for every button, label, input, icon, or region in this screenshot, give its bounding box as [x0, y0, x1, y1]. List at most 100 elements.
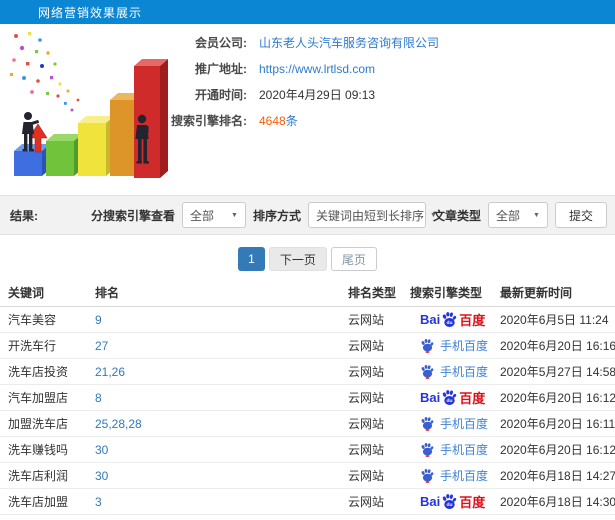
rank-cell[interactable]: 27 [95, 339, 348, 353]
baidu-pc-logo: Bai du 百度 [420, 388, 485, 407]
keyword-cell: 洗车店投资 [8, 365, 69, 379]
header-rank-type: 排名类型 [348, 286, 397, 300]
baidu-logo-bai-text: Bai [420, 312, 441, 327]
sort-select[interactable]: 关键词由短到长排序 ▼ [307, 202, 437, 228]
header-engine-type: 搜索引擎类型 [410, 286, 483, 300]
baidu-mobile-badge: 手机百度 [420, 337, 488, 354]
engine-cell: 手机百度 [410, 337, 500, 354]
mobile-baidu-label: 手机百度 [440, 339, 489, 353]
baidu-logo-bai-text: Bai [420, 494, 441, 509]
mobile-baidu-paw-icon [421, 468, 434, 483]
baidu-logo-cn-text: 百度 [459, 391, 486, 406]
chevron-down-icon: ▼ [231, 211, 238, 219]
updated-cell: 2020年6月18日 14:30 [500, 495, 615, 509]
company-link[interactable]: 山东老人头汽车服务咨询有限公司 [259, 30, 439, 56]
baidu-pc-logo: Bai du 百度 [420, 310, 485, 329]
mobile-baidu-label: 手机百度 [440, 443, 489, 457]
engine-cell: Bai du 百度 [410, 310, 500, 329]
company-label: 会员公司: [195, 36, 247, 50]
baidu-mobile-badge: 手机百度 [420, 467, 488, 484]
rank-type-cell: 云网站 [348, 365, 385, 379]
article-type-selected: 全部 [495, 208, 520, 223]
mobile-baidu-label: 手机百度 [440, 365, 489, 379]
baidu-paw-icon: du [443, 312, 457, 328]
keyword-cell: 开洗车行 [8, 339, 57, 353]
next-page-button[interactable]: 下一页 [268, 247, 327, 271]
table-row: 洗车赚钱吗 30 云网站 手机百度 2020年6月20日 16:12 [0, 437, 615, 463]
engine-filter-label: 分搜索引擎查看 [90, 208, 175, 223]
rank-type-cell: 云网站 [348, 495, 385, 509]
engine-rank-label: 搜索引擎排名: [171, 114, 247, 128]
keyword-cell: 加盟洗车店 [8, 417, 69, 431]
member-info-section: 会员公司: 山东老人头汽车服务咨询有限公司 推广地址: https://www.… [0, 24, 615, 195]
rank-unit: 条 [285, 114, 298, 128]
updated-cell: 2020年6月18日 14:27 [500, 469, 615, 483]
rank-cell[interactable]: 30 [95, 469, 348, 483]
result-label: 结果: [10, 208, 38, 223]
table-body: 汽车美容 9 云网站 Bai du 百度 2020年6月5日 11:24 开洗车… [0, 307, 615, 515]
baidu-logo-cn-text: 百度 [459, 495, 486, 510]
table-row: 开洗车行 27 云网站 手机百度 2020年6月20日 16:16 [0, 333, 615, 359]
engine-cell: 手机百度 [410, 441, 500, 458]
open-time-value: 2020年4月29日 09:13 [259, 88, 376, 102]
page-1-button[interactable]: 1 [238, 247, 265, 271]
engine-cell: 手机百度 [410, 363, 500, 380]
engine-filter-select[interactable]: 全部 ▼ [181, 202, 246, 228]
member-info-panel: 会员公司: 山东老人头汽车服务咨询有限公司 推广地址: https://www.… [155, 30, 439, 134]
baidu-logo-cn-text: 百度 [459, 313, 486, 328]
keyword-cell: 汽车加盟店 [8, 391, 69, 405]
bar-yellow [78, 116, 114, 176]
submit-button[interactable]: 提交 [554, 202, 607, 228]
article-type-label: 文章类型 [432, 208, 481, 223]
promo-url-link[interactable]: https://www.lrtlsd.com [259, 56, 375, 82]
engine-rank-row: 搜索引擎排名: 4648条 [155, 108, 439, 134]
updated-cell: 2020年5月27日 14:58 [500, 365, 615, 379]
growth-chart-illustration [10, 32, 168, 178]
title-bar: 网络营销效果展示 [0, 0, 615, 24]
filter-controls: 分搜索引擎查看 全部 ▼ 排序方式 关键词由短到长排序 ▼ 文章类型 全部 ▼ … [91, 202, 607, 228]
rank-type-cell: 云网站 [348, 391, 385, 405]
rank-cell[interactable]: 30 [95, 443, 348, 457]
article-type-select[interactable]: 全部 ▼ [487, 202, 548, 228]
rank-count: 4648 [259, 114, 286, 128]
promo-url-row: 推广地址: https://www.lrtlsd.com [155, 56, 439, 82]
rank-cell[interactable]: 3 [95, 495, 348, 509]
header-rank: 排名 [95, 286, 120, 300]
engine-cell: 手机百度 [410, 467, 500, 484]
rank-type-cell: 云网站 [348, 443, 385, 457]
mobile-baidu-label: 手机百度 [440, 417, 489, 431]
keyword-cell: 洗车店加盟 [8, 495, 69, 509]
engine-cell: Bai du 百度 [410, 492, 500, 511]
header-keyword: 关键词 [8, 286, 45, 300]
engine-rank-value: 4648条 [259, 108, 298, 134]
mobile-baidu-paw-icon [421, 442, 434, 457]
page-title: 网络营销效果展示 [38, 5, 143, 20]
ranking-table: 关键词 排名 排名类型 搜索引擎类型 最新更新时间 汽车美容 9 云网站 Bai… [0, 279, 615, 515]
baidu-mobile-badge: 手机百度 [420, 363, 488, 380]
header-updated: 最新更新时间 [500, 286, 573, 300]
rank-cell[interactable]: 9 [95, 313, 348, 327]
baidu-paw-icon: du [443, 494, 457, 510]
rank-cell[interactable]: 8 [95, 391, 348, 405]
mobile-baidu-paw-icon [421, 416, 434, 431]
updated-cell: 2020年6月20日 16:12 [500, 391, 615, 405]
promo-url-label: 推广地址: [195, 62, 247, 76]
open-time-label: 开通时间: [195, 88, 247, 102]
updated-cell: 2020年6月5日 11:24 [500, 313, 609, 327]
table-row: 汽车美容 9 云网站 Bai du 百度 2020年6月5日 11:24 [0, 307, 615, 333]
rank-type-cell: 云网站 [348, 339, 385, 353]
table-row: 洗车店加盟 3 云网站 Bai du 百度 2020年6月18日 14:30 [0, 489, 615, 515]
baidu-pc-logo: Bai du 百度 [420, 492, 485, 511]
company-row: 会员公司: 山东老人头汽车服务咨询有限公司 [155, 30, 439, 56]
table-row: 汽车加盟店 8 云网站 Bai du 百度 2020年6月20日 16:12 [0, 385, 615, 411]
rank-type-cell: 云网站 [348, 469, 385, 483]
rank-cell[interactable]: 25,28,28 [95, 417, 348, 431]
keyword-cell: 汽车美容 [8, 313, 57, 327]
svg-text:du: du [447, 502, 453, 508]
engine-cell: Bai du 百度 [410, 388, 500, 407]
rank-cell[interactable]: 21,26 [95, 365, 348, 379]
last-page-button[interactable]: 尾页 [330, 247, 377, 271]
baidu-mobile-badge: 手机百度 [420, 415, 488, 432]
baidu-logo-bai-text: Bai [420, 390, 441, 405]
chevron-down-icon: ▼ [533, 211, 540, 219]
